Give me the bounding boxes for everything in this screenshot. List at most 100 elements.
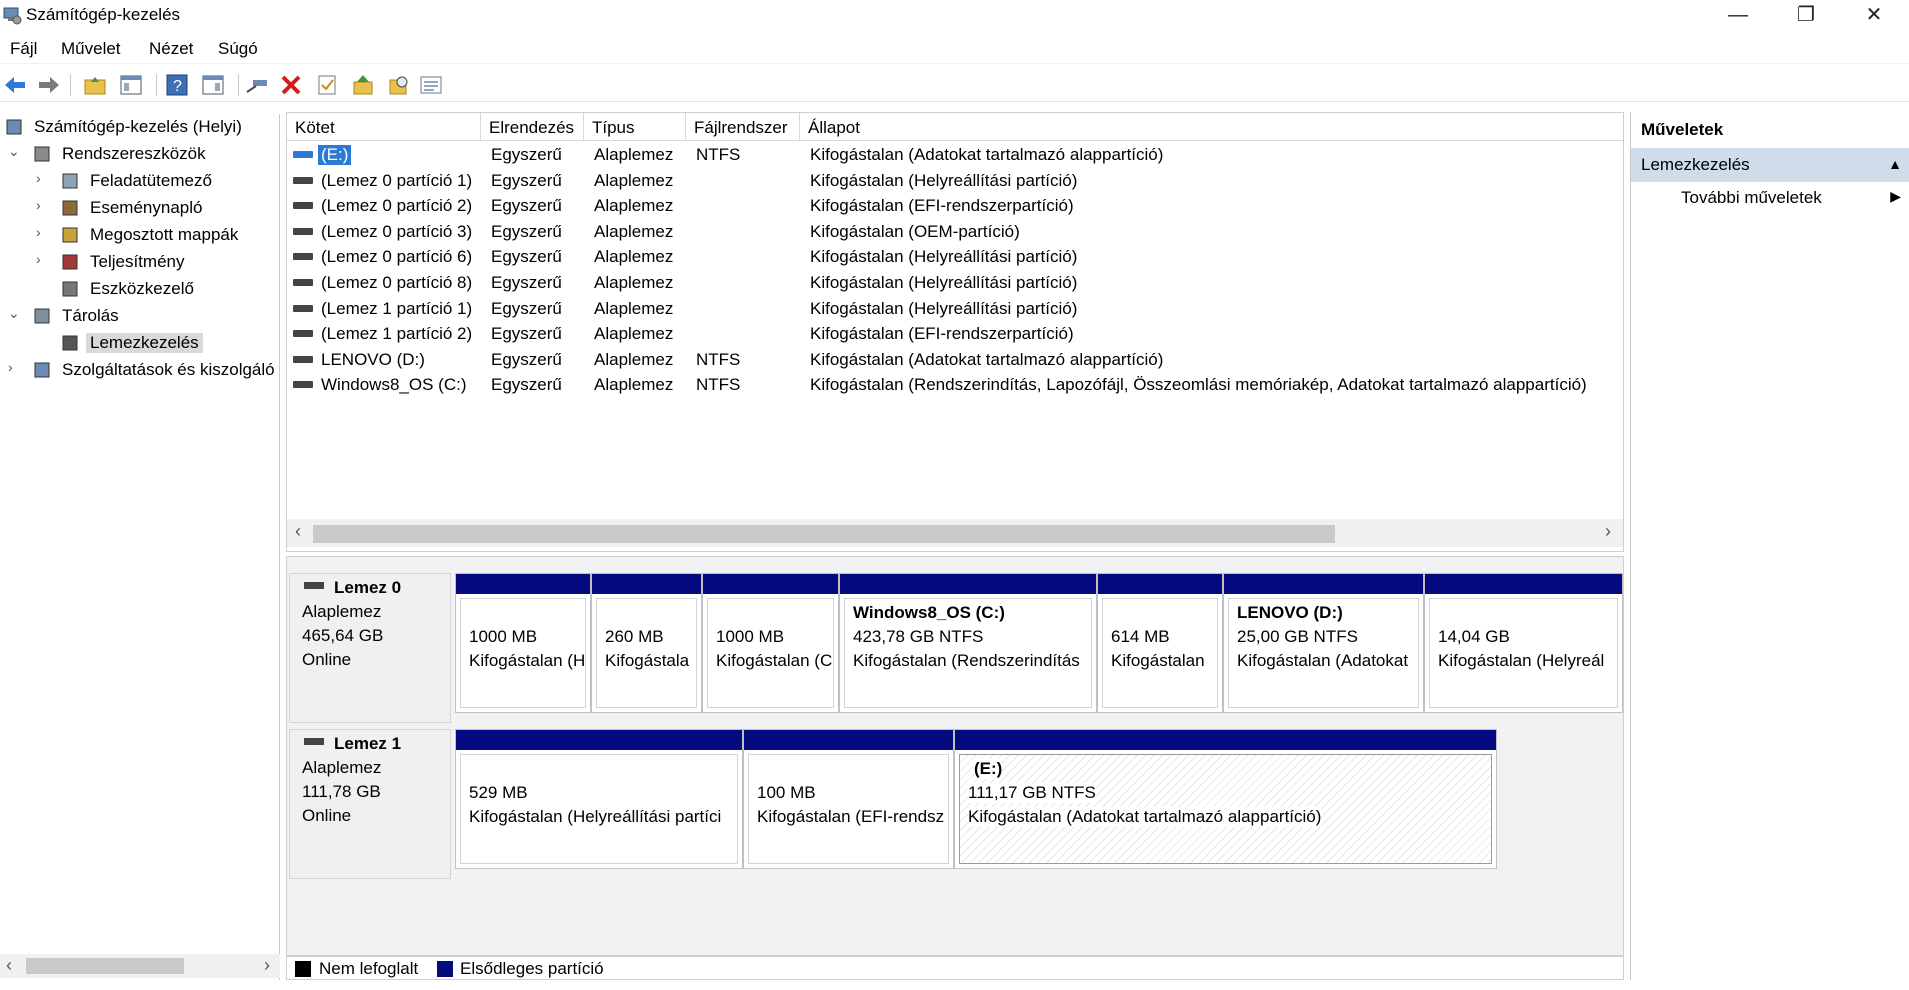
table-row[interactable]: (Lemez 0 partíció 3) Egyszerű Alaplemez Kif…: [287, 219, 1617, 244]
partition-size: 1000 MB: [716, 627, 785, 646]
minimize-button[interactable]: —: [1704, 0, 1772, 32]
collapse-toggle-icon[interactable]: ›: [36, 224, 50, 240]
partition-block[interactable]: 614 MB Kifogástalan: [1097, 573, 1223, 713]
tree-item[interactable]: › Szolgáltatások és kiszolgáló: [0, 357, 280, 383]
partition-block[interactable]: 260 MB Kifogástala: [591, 573, 702, 713]
partition-block[interactable]: 100 MB Kifogástalan (EFI-rendsz: [743, 729, 954, 869]
partition-title: Windows8_OS (C:): [853, 603, 1005, 622]
cell-type: Alaplemez: [594, 170, 674, 190]
scroll-right-arrow[interactable]: ›: [264, 955, 270, 976]
cell-layout: Egyszerű: [491, 324, 562, 344]
tree-item[interactable]: Eszközkezelő: [0, 276, 280, 302]
tree-item[interactable]: › Megosztott mappák: [0, 222, 280, 248]
scrollbar-thumb[interactable]: [313, 525, 1335, 543]
collapse-toggle-icon[interactable]: ›: [36, 170, 50, 186]
partition-block[interactable]: 14,04 GB Kifogástalan (Helyreál: [1424, 573, 1623, 713]
show-hide-action-pane-icon[interactable]: [200, 72, 226, 98]
cell-volume: (Lemez 0 partíció 8): [321, 273, 473, 292]
partition-block[interactable]: 1000 MB Kifogástalan (H: [455, 573, 591, 713]
import-icon[interactable]: [350, 72, 376, 98]
tree-item[interactable]: › Eseménynapló: [0, 195, 280, 221]
menu-file[interactable]: Fájl: [10, 39, 37, 59]
scroll-right-arrow[interactable]: ›: [1605, 521, 1611, 542]
partition-size: 614 MB: [1111, 627, 1170, 646]
tree-item[interactable]: Számítógép-kezelés (Helyi): [0, 114, 280, 140]
disk-name: Lemez 1: [334, 734, 402, 753]
legend: Nem lefoglalt Elsődleges partíció: [286, 956, 1624, 980]
disk-icon: [304, 582, 324, 589]
menu-view[interactable]: Nézet: [149, 39, 193, 59]
scroll-left-arrow[interactable]: ‹: [6, 955, 12, 976]
more-actions-item[interactable]: További műveletek: [1681, 188, 1822, 208]
tree-item[interactable]: › Feladatütemező: [0, 168, 280, 194]
tree-item-label: Lemezkezelés: [86, 333, 203, 353]
column-header-type[interactable]: Típus: [584, 113, 686, 141]
search-icon[interactable]: [386, 72, 412, 98]
tree-item[interactable]: ⌄ Rendszereszközök: [0, 141, 280, 167]
disk-label[interactable]: Lemez 1 Alaplemez 111,78 GB Online: [289, 729, 451, 879]
table-row[interactable]: (Lemez 1 partíció 1) Egyszerű Alaplemez Kif…: [287, 296, 1617, 321]
back-icon[interactable]: [2, 72, 28, 98]
disk-size: 465,64 GB: [302, 626, 384, 645]
table-row[interactable]: (Lemez 1 partíció 2) Egyszerű Alaplemez Kif…: [287, 321, 1617, 346]
tree-item[interactable]: Lemezkezelés: [0, 330, 280, 356]
partition-type-bar: [1425, 574, 1622, 594]
partition-status: Kifogástalan: [1111, 651, 1205, 670]
tree-item-label: Eseménynapló: [90, 198, 203, 217]
tree-item-label: Rendszereszközök: [62, 144, 206, 163]
column-header-layout[interactable]: Elrendezés: [481, 113, 584, 141]
cell-volume: (Lemez 1 partíció 2): [321, 324, 473, 344]
collapse-toggle-icon[interactable]: ›: [36, 251, 50, 267]
help-icon[interactable]: ?: [164, 72, 190, 98]
partition-status: Kifogástalan (Adatokat tartalmazó alappa…: [968, 807, 1322, 827]
table-row[interactable]: (E:) Egyszerű Alaplemez NTFS Kifogástalan (A…: [287, 142, 1617, 167]
connect-icon[interactable]: [244, 72, 270, 98]
table-horizontal-scrollbar[interactable]: ‹ ›: [287, 519, 1623, 547]
disk-label[interactable]: Lemez 0 Alaplemez 465,64 GB Online: [289, 573, 451, 723]
partition-status: Kifogástalan (C: [716, 651, 833, 670]
tools-icon: [34, 146, 50, 162]
column-header-status[interactable]: Állapot: [800, 113, 1623, 141]
tree-item[interactable]: ⌄ Tárolás: [0, 303, 280, 329]
properties-icon[interactable]: [314, 72, 340, 98]
table-row[interactable]: (Lemez 0 partíció 6) Egyszerű Alaplemez Kif…: [287, 244, 1617, 269]
menu-help[interactable]: Súgó: [218, 39, 258, 59]
tree-horizontal-scrollbar[interactable]: ‹ ›: [0, 954, 280, 978]
collapse-arrow-icon[interactable]: ▲: [1888, 156, 1902, 172]
forward-icon[interactable]: [36, 72, 62, 98]
collapse-toggle-icon[interactable]: ›: [8, 359, 22, 375]
partition-block[interactable]: Windows8_OS (C:) 423,78 GB NTFS Kifogástal…: [839, 573, 1097, 713]
up-folder-icon[interactable]: [82, 72, 108, 98]
restore-button[interactable]: ❐: [1772, 0, 1840, 32]
submenu-arrow-icon[interactable]: ▶: [1890, 188, 1901, 205]
table-row[interactable]: (Lemez 0 partíció 8) Egyszerű Alaplemez Kif…: [287, 270, 1617, 295]
table-row[interactable]: LENOVO (D:) Egyszerű Alaplemez NTFS Kifogást…: [287, 347, 1617, 372]
partition-block[interactable]: 529 MB Kifogástalan (Helyreállítási partí…: [455, 729, 743, 869]
expand-toggle-icon[interactable]: ⌄: [8, 143, 22, 160]
table-row[interactable]: Windows8_OS (C:) Egyszerű Alaplemez NTFS Kif…: [287, 372, 1617, 397]
collapse-toggle-icon[interactable]: ›: [36, 197, 50, 213]
scroll-left-arrow[interactable]: ‹: [295, 521, 301, 542]
delete-icon[interactable]: [278, 72, 304, 98]
computer-management-icon: [6, 119, 22, 135]
table-row[interactable]: (Lemez 0 partíció 2) Egyszerű Alaplemez Kif…: [287, 193, 1617, 218]
show-hide-tree-icon[interactable]: [118, 72, 144, 98]
tree-item[interactable]: › Teljesítmény: [0, 249, 280, 275]
table-row[interactable]: (Lemez 0 partíció 1) Egyszerű Alaplemez Kif…: [287, 168, 1617, 193]
cell-type: Alaplemez: [594, 349, 674, 369]
partition-status: Kifogástalan (EFI-rendsz: [757, 807, 945, 826]
partition-block[interactable]: 1000 MB Kifogástalan (C: [702, 573, 839, 713]
partition-block[interactable]: (E:) 111,17 GB NTFS Kifogástalan (Adatokat…: [954, 729, 1497, 869]
close-button[interactable]: ✕: [1840, 0, 1908, 32]
column-header-volume[interactable]: Kötet: [287, 113, 481, 141]
column-header-filesystem[interactable]: Fájlrendszer: [686, 113, 800, 141]
actions-section-disk-management[interactable]: Lemezkezelés ▲: [1631, 148, 1909, 182]
partition-type-bar: [955, 730, 1496, 750]
scrollbar-thumb[interactable]: [26, 958, 184, 974]
details-icon[interactable]: [418, 72, 444, 98]
cell-layout: Egyszerű: [491, 273, 562, 292]
expand-toggle-icon[interactable]: ⌄: [8, 305, 22, 322]
menu-action[interactable]: Művelet: [61, 39, 121, 59]
actions-section-label: Lemezkezelés: [1641, 155, 1750, 174]
partition-block[interactable]: LENOVO (D:) 25,00 GB NTFS Kifogástalan (Ad…: [1223, 573, 1424, 713]
